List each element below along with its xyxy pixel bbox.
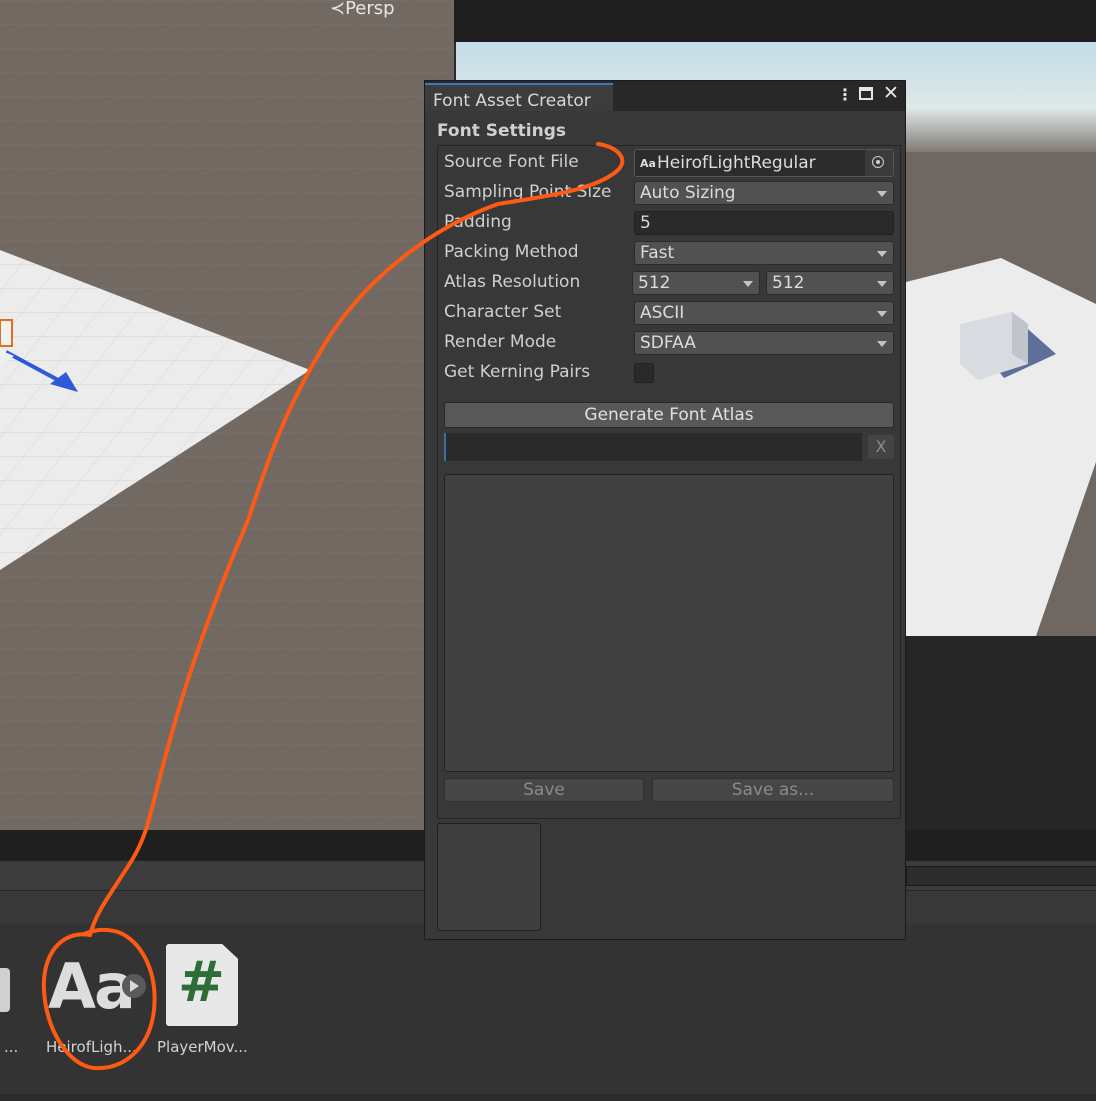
project-search-input[interactable] xyxy=(906,866,1096,886)
asset-label-script[interactable]: PlayerMov... xyxy=(157,1038,248,1056)
output-log-area[interactable] xyxy=(444,474,894,772)
expand-play-icon[interactable] xyxy=(122,974,146,998)
tab-label: Font Asset Creator xyxy=(433,91,591,111)
source-font-file-field[interactable]: Aa HeirofLightRegular xyxy=(634,149,894,177)
close-icon[interactable]: ✕ xyxy=(883,84,899,103)
sampling-point-size-dropdown[interactable]: Auto Sizing xyxy=(634,181,894,205)
character-set-dropdown[interactable]: ASCII xyxy=(634,301,894,325)
render-mode-value: SDFAA xyxy=(640,333,696,353)
font-atlas-preview xyxy=(437,823,541,931)
atlas-height-value: 512 xyxy=(772,273,805,293)
source-font-file-label: Source Font File xyxy=(444,152,579,172)
packing-method-label: Packing Method xyxy=(444,242,579,262)
generate-font-atlas-button[interactable]: Generate Font Atlas xyxy=(444,402,894,428)
asset-label: ... xyxy=(4,1038,19,1056)
csharp-script-icon[interactable]: # xyxy=(166,944,238,1026)
object-picker-button[interactable] xyxy=(864,150,893,176)
render-mode-dropdown[interactable]: SDFAA xyxy=(634,331,894,355)
packing-method-dropdown[interactable]: Fast xyxy=(634,241,894,265)
maximize-icon[interactable] xyxy=(859,87,873,100)
chevron-down-icon xyxy=(743,281,753,287)
generation-progress-bar xyxy=(444,433,862,461)
chevron-down-icon xyxy=(877,341,887,347)
font-asset-icon-glyph: Aa xyxy=(48,950,136,1023)
font-file-icon: Aa xyxy=(640,157,656,170)
more-options-icon[interactable]: ⋮ xyxy=(837,87,853,103)
scene-view[interactable]: ≺Persp xyxy=(0,0,454,830)
atlas-resolution-label: Atlas Resolution xyxy=(444,272,581,292)
chevron-down-icon xyxy=(877,191,887,197)
character-set-label: Character Set xyxy=(444,302,562,322)
project-assets-panel xyxy=(0,924,1096,1094)
save-button[interactable]: Save xyxy=(444,778,644,802)
font-asset-icon[interactable]: Aa xyxy=(46,950,146,1023)
object-picker-icon xyxy=(872,156,884,168)
chevron-down-icon xyxy=(877,251,887,257)
tab-font-asset-creator[interactable]: Font Asset Creator xyxy=(425,83,613,111)
sampling-point-size-label: Sampling Point Size xyxy=(444,182,612,202)
render-mode-label: Render Mode xyxy=(444,332,557,352)
game-view-toolbar xyxy=(454,0,1096,42)
asset-label-font[interactable]: HeirofLigh... xyxy=(46,1038,137,1056)
get-kerning-pairs-label: Get Kerning Pairs xyxy=(444,362,591,382)
font-settings-panel: Source Font File Aa HeirofLightRegular S… xyxy=(437,145,901,819)
padding-label: Padding xyxy=(444,212,512,232)
section-title: Font Settings xyxy=(437,121,566,141)
sampling-point-size-value: Auto Sizing xyxy=(640,183,736,203)
character-set-value: ASCII xyxy=(640,303,685,323)
source-font-file-value: HeirofLightRegular xyxy=(657,153,816,173)
folder-icon[interactable] xyxy=(0,968,10,1012)
padding-value: 5 xyxy=(640,213,651,233)
script-icon-glyph: # xyxy=(178,950,225,1015)
game-view-bottom xyxy=(906,636,1096,836)
packing-method-value: Fast xyxy=(640,243,675,263)
save-as-button[interactable]: Save as... xyxy=(652,778,894,802)
atlas-width-dropdown[interactable]: 512 xyxy=(632,271,760,295)
clear-button[interactable]: X xyxy=(868,435,894,459)
padding-input[interactable]: 5 xyxy=(634,211,894,235)
camera-label[interactable]: ≺Persp xyxy=(330,0,395,19)
window-tab-bar: Font Asset Creator ⋮ ✕ xyxy=(425,81,905,111)
font-asset-creator-window: Font Asset Creator ⋮ ✕ Font Settings Sou… xyxy=(424,80,906,940)
get-kerning-pairs-checkbox[interactable] xyxy=(634,363,654,383)
atlas-width-value: 512 xyxy=(638,273,671,293)
chevron-down-icon xyxy=(877,311,887,317)
chevron-down-icon xyxy=(877,281,887,287)
atlas-height-dropdown[interactable]: 512 xyxy=(766,271,894,295)
status-bar xyxy=(0,1094,1096,1101)
scene-grid-plane xyxy=(0,0,454,830)
